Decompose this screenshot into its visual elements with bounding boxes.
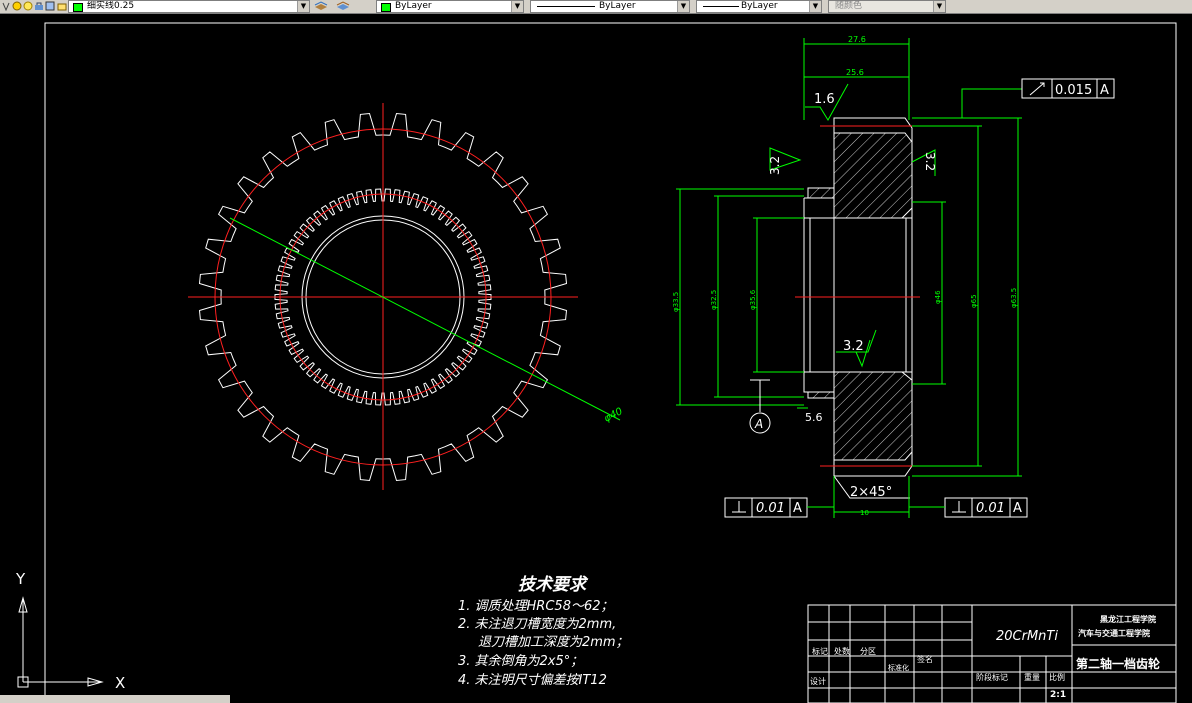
ucs-icon: Y X	[15, 570, 125, 692]
plotstyle-dropdown[interactable]: 随颜色 ▼	[828, 0, 946, 13]
color-dropdown-value: ByLayer	[395, 1, 432, 11]
front-diameter-label: φ40	[602, 406, 624, 425]
dim-tooth-width: 25.6	[846, 68, 864, 77]
linetype-dropdown[interactable]: ByLayer ▼	[530, 0, 690, 13]
dim-d3: φ35.6	[749, 289, 757, 310]
plot-icon[interactable]	[57, 1, 67, 11]
color-swatch	[381, 3, 391, 12]
chamfer-label: 2×45°	[850, 485, 892, 500]
runout-datum: A	[1100, 83, 1109, 98]
perp-right-datum: A	[1013, 501, 1022, 516]
tech-req-line: 4. 未注明尺寸偏差按IT12	[458, 673, 607, 688]
tech-req-line: 退刀槽加工深度为2mm；	[478, 635, 629, 650]
sun-icon[interactable]	[23, 1, 33, 11]
layer-previous-icon[interactable]	[336, 1, 350, 11]
color-dropdown[interactable]: ByLayer ▼	[376, 0, 524, 13]
roughness-left: 3.2	[768, 156, 782, 175]
scale-value: 2:1	[1050, 690, 1066, 700]
gear-section-view: 27.6 25.6 1.6 3.2 3.2 3.2 φ33.5 φ32.5 φ3…	[672, 35, 1115, 518]
ucs-x-label: X	[115, 674, 125, 692]
dim-bottom-width: 10	[860, 509, 869, 517]
layer-color-swatch	[73, 3, 83, 12]
plotstyle-dropdown-value: 随颜色	[835, 1, 863, 11]
perp-left-value: 0.01	[756, 501, 785, 516]
school-label: 黑龙江工程学院	[1100, 614, 1156, 624]
col-design: 设计	[810, 676, 826, 686]
lineweight-dropdown[interactable]: ByLayer ▼	[696, 0, 822, 13]
tech-req-line: 1. 调质处理HRC58～62；	[458, 599, 614, 614]
dim-groove: 5.6	[805, 411, 823, 424]
layer-state-icon[interactable]	[1, 1, 11, 11]
title-block-text: 20CrMnTi 黑龙江工程学院 汽车与交通工程学院 第二轴一档齿轮 标记 处数…	[810, 614, 1161, 700]
drawing-canvas[interactable]: φ40 27.6 25.6 1.6 3.2 3.2 3.2 φ33.5 φ32.…	[0, 14, 1192, 703]
technical-requirements: 技术要求 1. 调质处理HRC58～62； 2. 未注退刀槽宽度为2mm, 退刀…	[458, 575, 629, 688]
make-layer-current-icon[interactable]	[314, 1, 328, 11]
lineweight-preview	[703, 6, 739, 7]
dim-d2: φ32.5	[710, 290, 718, 310]
diameter-leader	[229, 217, 621, 421]
col-weight: 重量	[1024, 672, 1040, 682]
section-hatch-top	[807, 132, 913, 219]
datum-label: A	[754, 417, 763, 431]
properties-toolbar: 细实线0.25 ▼ ByLayer ▼ ByLayer ▼ ByLayer ▼ …	[0, 0, 1192, 14]
layer-dropdown[interactable]: 细实线0.25 ▼	[68, 0, 310, 13]
col-sign: 签名	[917, 654, 933, 664]
department-label: 汽车与交通工程学院	[1078, 628, 1150, 638]
roughness-right: 3.2	[923, 152, 937, 171]
layer-dropdown-value: 细实线0.25	[87, 1, 135, 11]
col-scale: 比例	[1049, 672, 1065, 682]
perp-left-datum: A	[793, 501, 802, 516]
perp-right-value: 0.01	[976, 501, 1005, 516]
dim-d5: φ65	[970, 294, 978, 308]
dim-d6: φ63.5	[1010, 288, 1018, 308]
material-label: 20CrMnTi	[996, 629, 1058, 644]
perpendicularity-icon	[952, 501, 966, 513]
roughness-bore: 3.2	[843, 339, 864, 354]
section-hub-left	[803, 197, 834, 393]
layout-tabs-strip[interactable]	[0, 695, 230, 703]
runout-value: 0.015	[1055, 83, 1092, 98]
lineweight-dropdown-value: ByLayer	[741, 1, 778, 11]
tech-req-line: 3. 其余倒角为2x5°；	[458, 653, 583, 669]
perpendicularity-icon	[732, 501, 746, 513]
col-stage: 阶段标记	[976, 672, 1008, 682]
chevron-down-icon[interactable]: ▼	[933, 1, 945, 12]
runout-arrow-icon	[1029, 82, 1045, 96]
layer-color-icon[interactable]	[45, 1, 55, 11]
runout-leader	[961, 88, 1022, 118]
ucs-y-label: Y	[15, 570, 26, 588]
lightbulb-icon[interactable]	[12, 1, 22, 11]
gear-front-view: φ40	[188, 103, 625, 490]
tech-req-title: 技术要求	[518, 575, 589, 595]
col-mark: 标记	[812, 646, 828, 656]
col-count: 处数	[834, 646, 850, 656]
col-zone: 分区	[860, 647, 876, 656]
dim-d4: φ46	[934, 290, 942, 304]
col-std: 标准化	[888, 663, 909, 672]
part-name-label: 第二轴一档齿轮	[1076, 656, 1161, 671]
chevron-down-icon[interactable]: ▼	[809, 1, 821, 12]
dim-overall-width: 27.6	[848, 35, 866, 44]
lock-icon[interactable]	[34, 1, 44, 11]
linetype-dropdown-value: ByLayer	[599, 1, 636, 11]
tech-req-line: 2. 未注退刀槽宽度为2mm,	[458, 616, 616, 632]
roughness-top: 1.6	[814, 92, 835, 107]
linetype-preview	[537, 6, 595, 7]
section-hatch-bottom	[807, 371, 913, 461]
chevron-down-icon[interactable]: ▼	[297, 1, 309, 12]
chevron-down-icon[interactable]: ▼	[677, 1, 689, 12]
dim-d1: φ33.5	[672, 292, 680, 312]
chevron-down-icon[interactable]: ▼	[511, 1, 523, 12]
